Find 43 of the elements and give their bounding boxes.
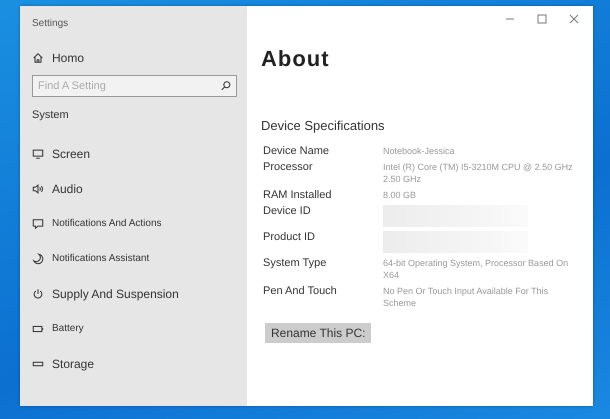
power-icon — [32, 288, 44, 300]
spec-value: 64-bit Operating System, Processor Based On X64 — [383, 257, 570, 281]
item-label: Audio — [52, 182, 83, 196]
house-icon — [32, 52, 44, 64]
maximize-icon[interactable] — [537, 14, 547, 24]
sidebar-item[interactable]: Screen — [32, 136, 237, 171]
section-heading: Device Specifications — [261, 118, 386, 133]
item-label: Notifications Assistant — [52, 253, 150, 264]
item-label: Supply And Suspension — [52, 286, 179, 300]
home-label: Homo — [52, 51, 84, 65]
spec-label: Device Name — [263, 145, 330, 157]
sidebar-item[interactable]: Notifications And Actions — [32, 206, 237, 241]
sidebar-item[interactable]: Battery — [32, 311, 237, 346]
window-title: Settings — [32, 18, 70, 29]
spec-label: Pen And Touch — [263, 285, 338, 299]
home-link[interactable]: Homo — [32, 47, 237, 69]
spec-value: No Pen Or Touch Input Available For This Scheme — [383, 285, 550, 309]
section-heading: System — [32, 109, 70, 121]
speaker-icon — [32, 182, 44, 194]
sidebar-item[interactable]: Supply And Suspension — [32, 276, 237, 311]
spec-label: Processor — [263, 161, 314, 175]
sidebar-item[interactable]: Audio — [32, 171, 237, 206]
search-icon — [220, 80, 232, 92]
spec-value: Notebook-Jessica — [383, 145, 456, 157]
spec-value: Intel (R) Core (TM) I5-3210M CPU @ 2.50 GHz 2.50 GHz — [383, 161, 573, 185]
spec-label: Device ID — [263, 205, 312, 219]
spec-label: Product ID — [263, 231, 316, 245]
page-title: About — [261, 46, 331, 72]
sidebar-item[interactable]: Storage — [32, 346, 237, 381]
spec-value: 8.00 GB — [383, 189, 418, 201]
item-label: Storage — [52, 356, 94, 370]
spec-label: RAM Installed — [263, 189, 332, 201]
spec-label: System Type — [263, 257, 328, 271]
moon-icon — [32, 252, 44, 264]
speech-bubble-icon — [32, 218, 44, 230]
search-field[interactable]: Find A Setting — [32, 75, 237, 97]
sidebar-item[interactable]: Notifications Assistant — [32, 241, 237, 276]
item-label: Battery — [52, 323, 84, 334]
item-label: Screen — [52, 146, 90, 160]
rename-button[interactable]: Rename This PC: — [265, 323, 372, 343]
monitor-icon — [32, 148, 44, 160]
item-label: Notifications And Actions — [52, 218, 162, 229]
close-icon[interactable] — [569, 14, 579, 24]
